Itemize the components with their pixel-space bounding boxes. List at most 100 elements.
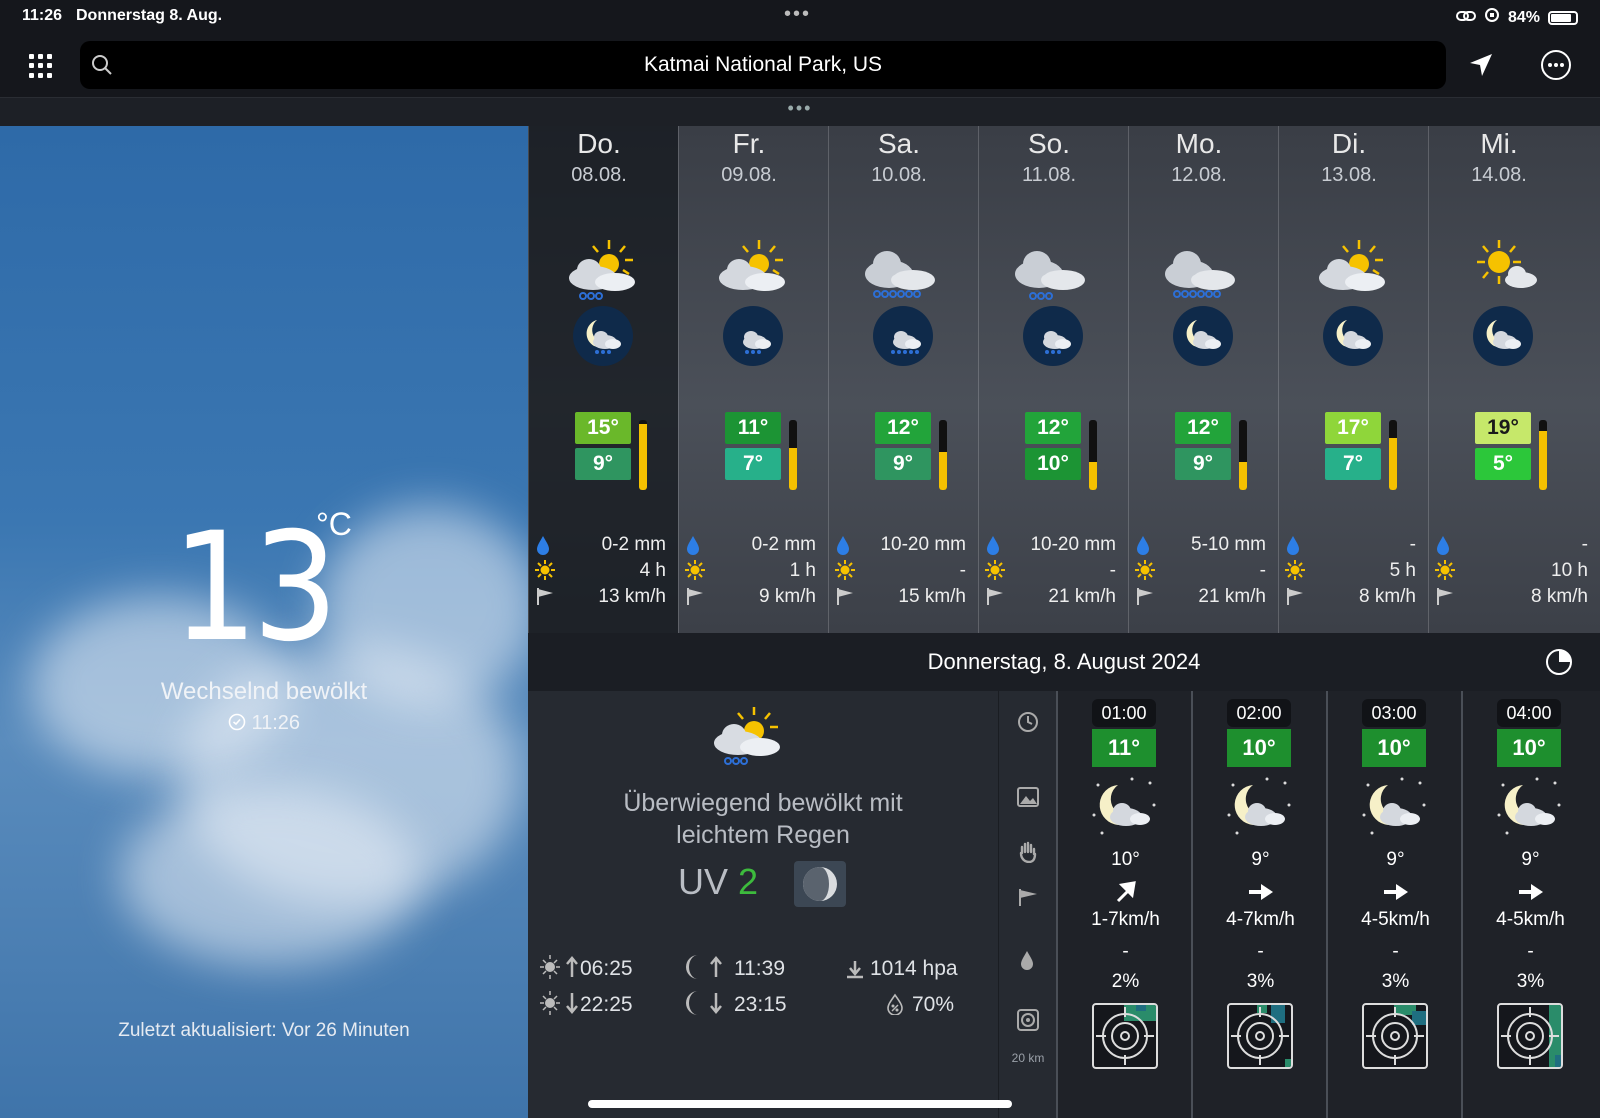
moonset-icon xyxy=(680,989,724,1022)
day-high-temp: 17° xyxy=(1325,412,1381,444)
uv-index: UV 2 xyxy=(678,861,758,903)
day-precipitation: 5-10 mm xyxy=(1191,534,1266,555)
hour-feels-like: 9° xyxy=(1251,849,1270,870)
day-precipitation: 0-2 mm xyxy=(751,534,816,555)
day-sun-hours: 5 h xyxy=(1389,560,1416,581)
hour-column[interactable]: 04:00 10° 9° 4-5km/h - 3% xyxy=(1461,691,1596,1118)
sun-cloud-icon xyxy=(1313,238,1393,313)
day-sun-hours: 1 h xyxy=(789,560,816,581)
sunrise-time: 06:25 xyxy=(580,957,633,980)
day-date: 10.08. xyxy=(871,164,927,186)
hour-time: 02:00 xyxy=(1227,699,1291,727)
moon-cloud-rain-icon xyxy=(573,306,633,371)
day-wind: 21 km/h xyxy=(1198,586,1266,607)
uv-value: 2 xyxy=(738,861,759,902)
rain-drop-icon xyxy=(1017,949,1037,976)
day-column[interactable]: So. 11.08. 12° 10° 10-20 mm - 21 km/h xyxy=(978,126,1128,633)
day-sun-hours: - xyxy=(1259,560,1266,581)
history-icon[interactable]: h xyxy=(1544,647,1574,682)
multitasking-dots[interactable]: ••• xyxy=(784,3,811,26)
rain-drop-icon xyxy=(1135,534,1151,561)
pressure-value: 1014 hpa xyxy=(870,957,958,980)
day-date: 12.08. xyxy=(1171,164,1227,186)
day-wind: 21 km/h xyxy=(1048,586,1116,607)
hour-column[interactable]: 03:00 10° 9° 4-5km/h - 3% xyxy=(1326,691,1461,1118)
radar-thumbnail[interactable] xyxy=(1362,1003,1428,1069)
day-column[interactable]: Do. 08.08. 15° 9° 0-2 mm 4 h 13 km/h xyxy=(528,126,678,633)
location-search-field[interactable]: Katmai National Park, US xyxy=(80,41,1446,89)
day-column[interactable]: Fr. 09.08. 11° 7° 0-2 mm 1 h 9 km/h xyxy=(678,126,828,633)
current-temperature: 13 xyxy=(172,501,338,675)
hour-time: 03:00 xyxy=(1362,699,1426,727)
day-low-temp: 7° xyxy=(725,448,781,480)
hourly-forecast: 01:00 11° 10° 1-7km/h -2% 02:00 10° 9° 4-7km/h -3… xyxy=(1056,691,1600,1118)
panel-drag-handle[interactable]: ••• xyxy=(0,98,1600,126)
sun-hours-icon xyxy=(1285,560,1305,585)
location-arrow-icon[interactable] xyxy=(1468,52,1494,83)
moon-cloud-icon xyxy=(1088,775,1160,846)
last-updated: Zuletzt aktualisiert: Vor 26 Minuten xyxy=(118,1020,410,1041)
sun-hours-icon xyxy=(535,560,555,585)
day-column[interactable]: Di. 13.08. 17° 7° - 5 h 8 km/h xyxy=(1278,126,1428,633)
day-column[interactable]: Mo. 12.08. 12° 9° 5-10 mm - 21 km/h xyxy=(1128,126,1278,633)
wind-flag-icon xyxy=(835,586,855,611)
image-icon xyxy=(1017,787,1039,812)
radar-thumbnail[interactable] xyxy=(1227,1003,1293,1069)
moonset-time: 23:15 xyxy=(734,993,787,1016)
hourly-legend-strip: 20 km xyxy=(998,691,1056,1118)
day-high-temp: 12° xyxy=(1025,412,1081,444)
day-detail-panel: Überwiegend bewölkt mit leichtem Regen U… xyxy=(528,691,998,1118)
moon-cloud-icon xyxy=(1323,306,1383,371)
day-column[interactable]: Sa. 10.08. 12° 9° 10-20 mm - 15 km/h xyxy=(828,126,978,633)
top-bar: Katmai National Park, US xyxy=(0,34,1600,98)
moon-cloud-icon xyxy=(1173,306,1233,371)
rain-drop-icon xyxy=(985,534,1001,561)
home-indicator[interactable] xyxy=(588,1100,1012,1108)
day-name: Do. xyxy=(577,128,621,159)
wind-flag-icon xyxy=(985,586,1005,611)
day-date: 11.08. xyxy=(1021,164,1077,186)
battery-percent: 84% xyxy=(1507,8,1540,26)
status-date: Donnerstag 8. Aug. xyxy=(76,7,223,24)
temperature-range-bar xyxy=(789,420,797,490)
arrow-east-icon xyxy=(1380,881,1410,908)
hour-wind: 4-7km/h xyxy=(1226,909,1295,930)
hour-precip-probability: 3% xyxy=(1246,971,1275,992)
day-sun-hours: - xyxy=(1109,560,1116,581)
temperature-range-bar xyxy=(1239,420,1247,490)
day-wind: 13 km/h xyxy=(598,586,666,607)
status-bar: 11:26 Donnerstag 8. Aug. ••• 84% xyxy=(0,0,1600,34)
hour-temp: 11° xyxy=(1092,729,1156,767)
day-column[interactable]: Mi. 14.08. 19° 5° - 10 h 8 km/h xyxy=(1428,126,1600,633)
moonrise-icon xyxy=(680,953,724,986)
day-sun-hours: 10 h xyxy=(1551,560,1588,581)
app-grid-icon[interactable] xyxy=(29,54,53,78)
radar-thumbnail[interactable] xyxy=(1497,1003,1563,1069)
more-options-icon[interactable] xyxy=(1540,49,1572,86)
hour-precip-probability: 3% xyxy=(1381,971,1410,992)
detail-date-title: Donnerstag, 8. August 2024 xyxy=(927,649,1201,674)
pressure-icon xyxy=(844,959,866,984)
hour-column[interactable]: 01:00 11° 10° 1-7km/h - 2% xyxy=(1056,691,1191,1118)
hour-precip: - xyxy=(1527,941,1534,962)
day-high-temp: 12° xyxy=(1175,412,1231,444)
link-icon xyxy=(1455,9,1476,27)
day-low-temp: 9° xyxy=(875,448,931,480)
current-time-row: 11:26 xyxy=(0,712,528,735)
arrow-northeast-icon xyxy=(1110,881,1140,908)
temperature-range-bar xyxy=(939,420,947,490)
day-low-temp: 10° xyxy=(1025,448,1081,480)
temperature-range-bar xyxy=(639,420,647,490)
arrow-east-icon xyxy=(1245,881,1275,908)
radar-scale: 20 km xyxy=(1011,1051,1045,1065)
sun-cloud-rain-icon xyxy=(708,703,788,778)
wind-flag-icon xyxy=(1435,586,1455,611)
day-low-temp: 9° xyxy=(575,448,631,480)
day-sun-hours: 4 h xyxy=(639,560,666,581)
rain-drop-icon xyxy=(1435,534,1451,561)
svg-text:h: h xyxy=(1554,659,1560,671)
radar-thumbnail[interactable] xyxy=(1092,1003,1158,1069)
sunset-icon xyxy=(538,989,582,1022)
humidity-value: 70% xyxy=(912,993,955,1016)
hour-column[interactable]: 02:00 10° 9° 4-7km/h - 3% xyxy=(1191,691,1326,1118)
